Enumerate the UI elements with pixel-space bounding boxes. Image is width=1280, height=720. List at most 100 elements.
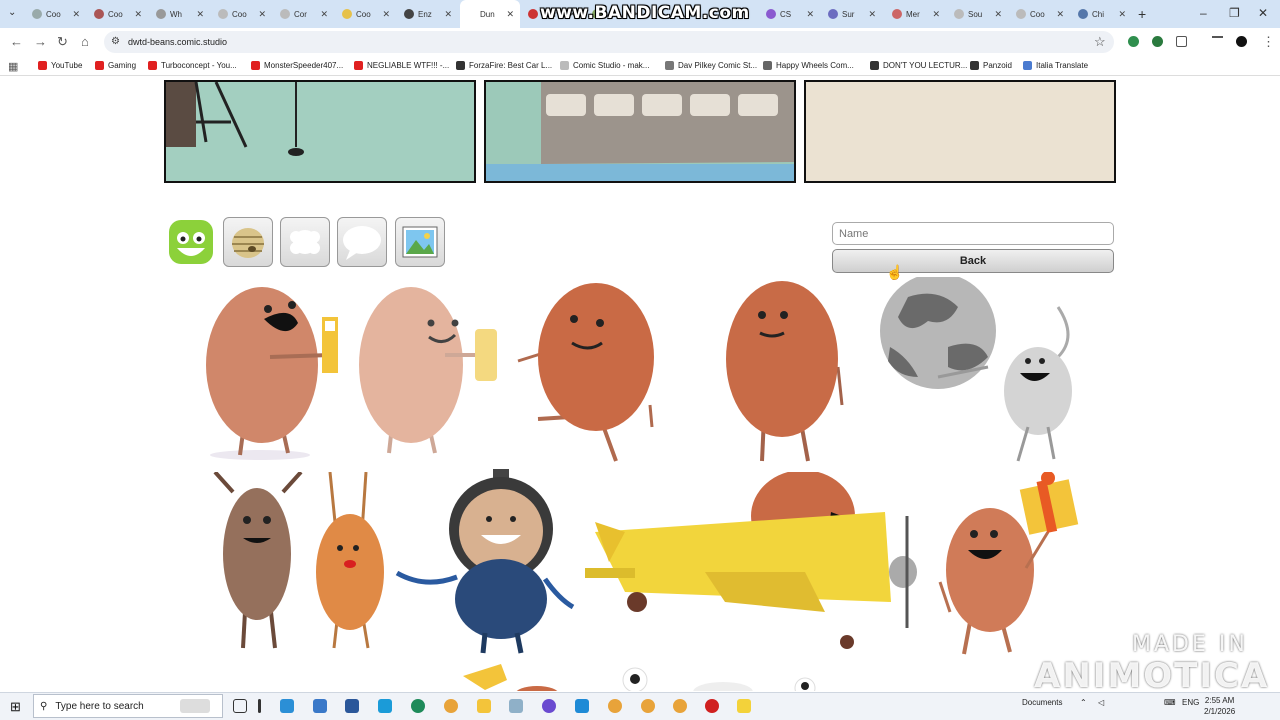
browser-tab[interactable]: CS ✕ bbox=[760, 0, 820, 28]
chrome-profile-2-icon[interactable] bbox=[641, 699, 655, 713]
globe-character[interactable] bbox=[878, 277, 1078, 462]
browser-tab[interactable]: Chi ✕ bbox=[1072, 0, 1132, 28]
bean-character-horns[interactable] bbox=[205, 472, 305, 652]
bookmark-item[interactable]: Gaming bbox=[95, 61, 136, 70]
props-tool-button[interactable] bbox=[223, 217, 273, 267]
tab-search-icon[interactable]: ⌄ bbox=[8, 7, 16, 18]
reload-button[interactable]: ↻ bbox=[57, 34, 68, 50]
comic-panel-1[interactable] bbox=[164, 80, 476, 183]
extension-vpn-icon[interactable] bbox=[1152, 36, 1163, 47]
comic-panel-2[interactable] bbox=[484, 80, 796, 183]
yellow-airplane-character[interactable] bbox=[585, 472, 925, 657]
tray-overflow-icon[interactable]: ⌃ bbox=[1080, 698, 1087, 707]
bean-character-gift[interactable] bbox=[930, 472, 1080, 657]
back-button[interactable]: Back bbox=[832, 249, 1114, 273]
back-nav-button[interactable]: ← bbox=[10, 34, 23, 49]
characters-tool-button[interactable] bbox=[166, 217, 216, 267]
browser-tab[interactable]: Sou ✕ bbox=[948, 0, 1008, 28]
tray-keyboard-icon[interactable]: ⌨ bbox=[1164, 698, 1176, 707]
home-button[interactable]: ⌂ bbox=[81, 34, 89, 49]
tab-close-icon[interactable]: ✕ bbox=[506, 9, 514, 20]
file-explorer-blue-icon[interactable] bbox=[313, 699, 327, 713]
address-bar[interactable] bbox=[104, 31, 1114, 53]
browser-tab[interactable]: Coo ✕ bbox=[26, 0, 86, 28]
browser-tab[interactable]: Dun ✕ bbox=[460, 0, 520, 28]
browser-tab[interactable]: Coo ✕ bbox=[88, 0, 148, 28]
profile-avatar[interactable] bbox=[1236, 36, 1247, 47]
effects-tool-button[interactable] bbox=[280, 217, 330, 267]
browser-tab[interactable]: Coo ✕ bbox=[336, 0, 396, 28]
windows-start-icon[interactable]: ⊞ bbox=[10, 699, 21, 715]
browser-tab[interactable]: Mer ✕ bbox=[886, 0, 946, 28]
site-info-icon[interactable]: ⚙ bbox=[111, 36, 120, 47]
bookmark-item[interactable]: Dav Pilkey Comic St... bbox=[665, 61, 757, 70]
task-view-icon[interactable] bbox=[233, 699, 247, 713]
bookmark-item[interactable]: YouTube bbox=[38, 61, 82, 70]
chrome-profile-3-icon[interactable] bbox=[673, 699, 687, 713]
speech-bubble-tool-button[interactable] bbox=[337, 217, 387, 267]
bookmark-item[interactable]: Comic Studio - mak... bbox=[560, 61, 649, 70]
browser-menu-icon[interactable]: ⋮ bbox=[1262, 34, 1275, 50]
app-icon-pen[interactable] bbox=[509, 699, 523, 713]
tab-close-icon[interactable]: ✕ bbox=[72, 9, 80, 20]
tab-close-icon[interactable]: ✕ bbox=[994, 9, 1002, 20]
file-explorer-icon[interactable] bbox=[477, 699, 491, 713]
tab-close-icon[interactable]: ✕ bbox=[134, 9, 142, 20]
bookmark-item[interactable]: MonsterSpeeder407... bbox=[251, 61, 343, 70]
tab-close-icon[interactable]: ✕ bbox=[1056, 9, 1064, 20]
bean-character-waving[interactable] bbox=[510, 277, 660, 462]
extension-shield-icon[interactable] bbox=[1128, 36, 1139, 47]
bookmark-star-icon[interactable]: ☆ bbox=[1094, 34, 1106, 50]
app-icon-blue[interactable] bbox=[378, 699, 392, 713]
name-input[interactable] bbox=[832, 222, 1114, 245]
bookmark-item[interactable]: Italia Translate bbox=[1023, 61, 1088, 70]
chrome-browser-icon[interactable] bbox=[444, 699, 458, 713]
tab-close-icon[interactable]: ✕ bbox=[932, 9, 940, 20]
tab-close-icon[interactable]: ✕ bbox=[444, 9, 452, 20]
tab-close-icon[interactable]: ✕ bbox=[320, 9, 328, 20]
bookmark-item[interactable]: Happy Wheels Com... bbox=[763, 61, 854, 70]
astronaut-character[interactable] bbox=[395, 469, 575, 654]
tab-close-icon[interactable]: ✕ bbox=[196, 9, 204, 20]
backgrounds-tool-button[interactable] bbox=[395, 217, 445, 267]
bean-character-spray[interactable] bbox=[200, 277, 350, 462]
app-icon-purple[interactable] bbox=[542, 699, 556, 713]
bookmark-item[interactable]: ForzaFire: Best Car L... bbox=[456, 61, 552, 70]
comic-panel-3[interactable] bbox=[804, 80, 1116, 183]
browser-tab[interactable]: Coo ✕ bbox=[212, 0, 272, 28]
browser-tab[interactable]: Enz ✕ bbox=[398, 0, 458, 28]
tab-close-icon[interactable]: ✕ bbox=[1118, 9, 1126, 20]
bookmark-item[interactable]: Turboconcept - You... bbox=[148, 61, 237, 70]
edge-browser-icon[interactable] bbox=[411, 699, 425, 713]
close-window-button[interactable]: ✕ bbox=[1258, 6, 1268, 20]
apps-grid-icon[interactable]: ▦ bbox=[8, 60, 18, 73]
tab-close-icon[interactable]: ✕ bbox=[868, 9, 876, 20]
tab-close-icon[interactable]: ✕ bbox=[382, 9, 390, 20]
forward-nav-button[interactable]: → bbox=[34, 34, 47, 49]
bean-character-orange[interactable] bbox=[310, 472, 390, 652]
new-tab-button[interactable]: + bbox=[1138, 6, 1146, 22]
bookmark-item[interactable]: NEGLIABLE WTF!!! -... bbox=[354, 61, 449, 70]
tray-language-label[interactable]: ENG bbox=[1182, 698, 1199, 707]
bean-character-pale[interactable] bbox=[355, 277, 505, 462]
tray-volume-icon[interactable]: ◁ bbox=[1098, 698, 1104, 707]
bookmark-item[interactable]: Panzoid bbox=[970, 61, 1012, 70]
tab-close-icon[interactable]: ✕ bbox=[258, 9, 266, 20]
browser-tab[interactable]: Wh ✕ bbox=[150, 0, 210, 28]
word-app-icon[interactable] bbox=[345, 699, 359, 713]
app-icon-yellow[interactable] bbox=[737, 699, 751, 713]
browser-tab[interactable]: Cor ✕ bbox=[274, 0, 334, 28]
app-icon-teal[interactable] bbox=[575, 699, 589, 713]
browser-tab[interactable]: Sur ✕ bbox=[822, 0, 882, 28]
bean-character-standing[interactable] bbox=[720, 277, 850, 462]
tab-close-icon[interactable]: ✕ bbox=[806, 9, 814, 20]
bookmark-item[interactable]: DON'T YOU LECTUR... bbox=[870, 61, 967, 70]
restore-button[interactable]: ❐ bbox=[1229, 6, 1240, 20]
browser-tab[interactable]: Coo ✕ bbox=[1010, 0, 1070, 28]
extensions-puzzle-icon[interactable] bbox=[1176, 36, 1187, 47]
taskbar-clock[interactable]: 2:55 AM 2/1/2026 bbox=[1204, 695, 1235, 717]
chrome-profile-1-icon[interactable] bbox=[608, 699, 622, 713]
bandicam-record-icon[interactable] bbox=[705, 699, 719, 713]
media-controls-icon[interactable] bbox=[1212, 36, 1223, 47]
documents-toolbar-label[interactable]: Documents bbox=[1022, 698, 1062, 707]
